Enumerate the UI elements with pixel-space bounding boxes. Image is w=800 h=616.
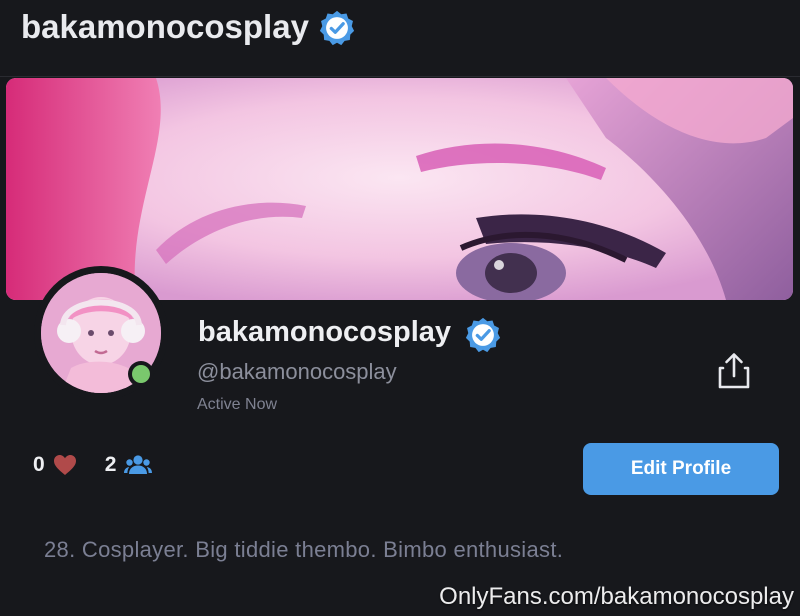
profile-stats: 0 2 bbox=[33, 451, 153, 479]
heart-icon bbox=[53, 455, 76, 475]
profile-display-name: bakamonocosplay bbox=[198, 316, 452, 348]
header-title: bakamonocosplay bbox=[21, 8, 309, 45]
profile-bio: 28. Cosplayer. Big tiddie thembo. Bimbo … bbox=[44, 537, 564, 562]
fans-count: 2 bbox=[104, 453, 117, 476]
share-icon[interactable] bbox=[714, 350, 754, 390]
edit-profile-button[interactable]: Edit Profile bbox=[583, 443, 779, 495]
profile-page: bakamonocosplay bakamonocosplay @bakamon… bbox=[0, 0, 800, 616]
top-header: bakamonocosplay bbox=[0, 0, 800, 77]
online-status-indicator bbox=[128, 361, 154, 387]
likes-count: 0 bbox=[33, 453, 45, 476]
watermark: OnlyFans.com/bakamonocosplay bbox=[439, 583, 794, 610]
verified-badge-icon bbox=[319, 10, 355, 46]
verified-badge-icon bbox=[465, 317, 501, 353]
cover-image bbox=[6, 78, 793, 300]
profile-handle: @bakamonocosplay bbox=[197, 359, 397, 384]
activity-status: Active Now bbox=[197, 396, 278, 413]
users-icon bbox=[124, 455, 153, 474]
